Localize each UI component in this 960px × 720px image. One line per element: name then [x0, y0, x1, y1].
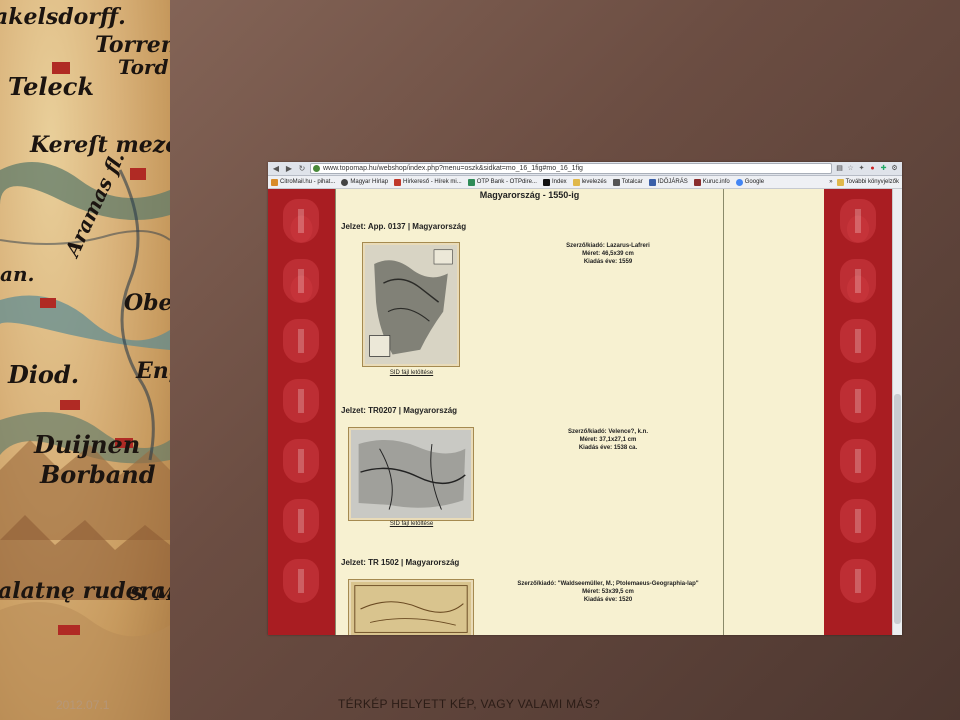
entry-year: Kiadás éve: 1559: [583, 259, 633, 265]
bookmark-item[interactable]: IDŐJÁRÁS: [648, 178, 688, 186]
star-icon[interactable]: ☆: [846, 164, 855, 173]
entry-author: Szerző/kiadó: "Waldseemüller, M.; Ptolem…: [517, 581, 699, 587]
slide-date: 2012.07.1: [56, 698, 110, 712]
url-field[interactable]: www.topomap.hu/webshop/index.php?menu=os…: [310, 163, 832, 174]
more-bookmarks-chevron[interactable]: »: [829, 179, 832, 185]
map-label: Teleck: [8, 72, 95, 101]
bookmark-favicon-icon: [394, 178, 402, 186]
map-thumbnail[interactable]: [362, 242, 460, 367]
entry-meta: Szerző/kiadó: "Waldseemüller, M.; Ptolem…: [468, 580, 748, 604]
bookmark-favicon-icon: [542, 178, 550, 186]
entry-meta: Szerző/kiadó: Lazarus-Lafreri Méret: 46,…: [508, 242, 708, 266]
address-bar-row: ◀ ▶ ↻ www.topomap.hu/webshop/index.php?m…: [268, 162, 902, 176]
folder-icon: [572, 178, 580, 186]
map-label: an.: [0, 262, 35, 286]
bookmark-favicon-icon: [341, 178, 349, 186]
bookmark-favicon-icon: [467, 178, 475, 186]
globe-icon: [313, 165, 320, 172]
map-thumbnail-image: [351, 430, 471, 518]
vertical-scrollbar[interactable]: [892, 189, 902, 635]
entry-year: Kiadás éve: 1538 ca.: [578, 445, 638, 451]
other-bookmarks[interactable]: További könyvjelzők: [836, 178, 899, 186]
entry-size: Méret: 37,1x27,1 cm: [579, 437, 637, 443]
reader-icon[interactable]: ▤: [835, 164, 844, 173]
bookmark-item[interactable]: Kuruc.info: [693, 178, 730, 186]
entry-heading: Jelzet: TR 1502 | Magyarország: [341, 558, 460, 567]
left-decor-band: [268, 189, 335, 635]
right-decor-band: [824, 189, 892, 635]
scrollbar-thumb[interactable]: [894, 394, 901, 624]
back-arrow-icon[interactable]: ◀: [271, 164, 281, 174]
map-thumbnail[interactable]: [348, 579, 474, 635]
map-label: Ober: [124, 290, 170, 316]
map-label: S. M: [130, 584, 170, 605]
slide-caption: TÉRKÉP HELYETT KÉP, VAGY VALAMI MÁS?: [338, 697, 601, 711]
entry-author: Szerző/kiadó: Velence?, k.n.: [567, 429, 649, 435]
bookmark-item[interactable]: CitroMail.hu - pihat...: [271, 178, 335, 186]
bookmark-item[interactable]: OTP Bank - OTPdire...: [467, 178, 537, 186]
webpage-viewport: Magyarország - 1550-ig Jelzet: App. 0137…: [268, 189, 902, 635]
map-label: Eng: [136, 358, 170, 384]
bookmark-item[interactable]: levelezés: [572, 178, 607, 186]
page-title: Magyarország - 1550-ig: [479, 190, 580, 200]
map-label: Tord: [118, 55, 169, 79]
entry-size: Méret: 46,5x39 cm: [582, 251, 634, 257]
stop-icon[interactable]: ●: [868, 164, 877, 173]
forward-arrow-icon[interactable]: ▶: [284, 164, 294, 174]
bookmark-favicon-icon: [612, 178, 620, 186]
folder-icon: [693, 178, 701, 186]
extension-icon[interactable]: ✦: [857, 164, 866, 173]
map-label: Duijnen: [34, 430, 141, 459]
folder-icon: [836, 178, 844, 186]
sid-download-link[interactable]: SID fájl letöltése: [374, 370, 449, 376]
bookmark-item[interactable]: Magyar Hírlap: [341, 178, 388, 186]
entry-heading: Jelzet: TR0207 | Magyarország: [341, 406, 458, 415]
map-label: Borband: [40, 460, 156, 489]
bookmark-favicon-icon: [648, 178, 656, 186]
right-column: [724, 189, 824, 635]
bookmark-item[interactable]: Totalcar: [612, 178, 643, 186]
bookmark-favicon-icon: [271, 178, 278, 186]
wrench-icon[interactable]: ⚙: [890, 164, 899, 173]
bookmark-item[interactable]: Google: [735, 178, 764, 186]
google-icon: [735, 178, 743, 186]
settings-icon[interactable]: ✚: [879, 164, 888, 173]
old-map-panel: akelsdorff. Torren Tord Teleck Kereſt me…: [0, 0, 170, 720]
url-text: www.topomap.hu/webshop/index.php?menu=os…: [323, 165, 583, 172]
browser-screenshot: ◀ ▶ ↻ www.topomap.hu/webshop/index.php?m…: [268, 162, 902, 635]
map-thumbnail[interactable]: [348, 427, 474, 521]
bookmarks-bar: CitroMail.hu - pihat... Magyar Hírlap Hí…: [268, 176, 902, 189]
entry-meta: Szerző/kiadó: Velence?, k.n. Méret: 37,1…: [508, 428, 708, 452]
entry-heading: Jelzet: App. 0137 | Magyarország: [341, 222, 467, 231]
entry-size: Méret: 53x39,5 cm: [582, 589, 634, 595]
map-label: akelsdorff.: [0, 4, 126, 30]
sid-download-link[interactable]: SID fájl letöltése: [374, 521, 449, 527]
entry-author: Szerző/kiadó: Lazarus-Lafreri: [566, 243, 650, 249]
entry-year: Kiadás éve: 1520: [583, 597, 633, 603]
map-label: Diod.: [8, 360, 80, 389]
bookmark-item[interactable]: Hírkereső - Hírek mi...: [394, 178, 462, 186]
map-thumbnail-image: [351, 582, 471, 635]
map-label: Kereſt mezo: [30, 132, 170, 158]
bookmark-item[interactable]: Index: [542, 178, 567, 186]
extension-icons: ▤ ☆ ✦ ● ✚ ⚙: [835, 164, 899, 173]
reload-icon[interactable]: ↻: [297, 164, 307, 174]
map-thumbnail-image: [365, 245, 457, 364]
